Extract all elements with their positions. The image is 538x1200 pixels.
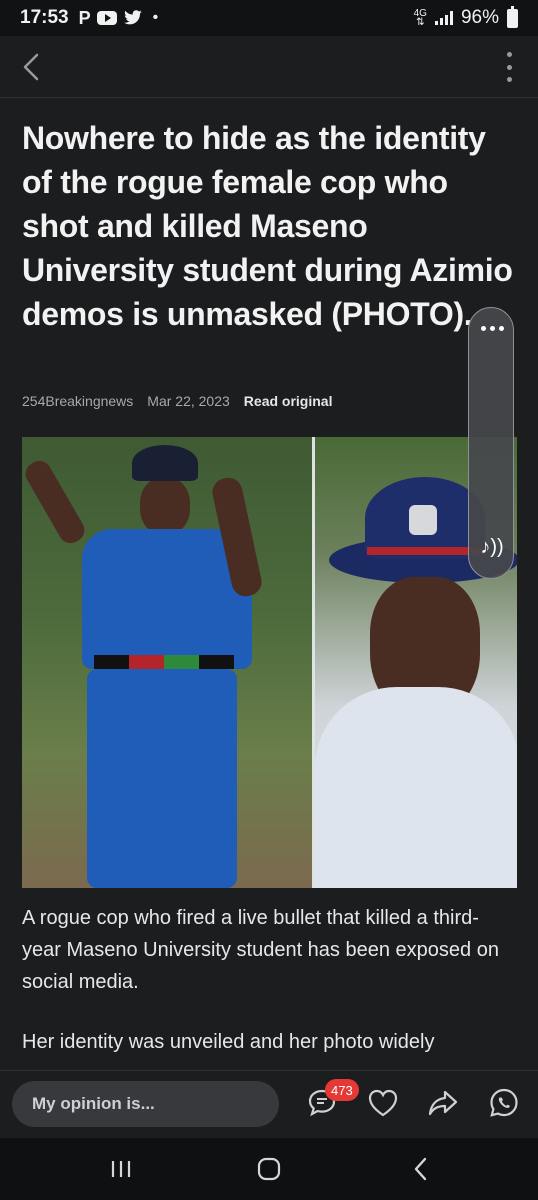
- article-paragraph: Her identity was unveiled and her photo …: [22, 1031, 435, 1053]
- figure-hat-badge: [409, 505, 437, 535]
- status-bar: 17:53 P • 4G ⇅ 96%: [0, 0, 538, 36]
- like-button[interactable]: [365, 1085, 401, 1121]
- figure-belt: [94, 655, 234, 669]
- figure-light-shirt: [315, 687, 517, 888]
- nav-recents-icon: [111, 1161, 131, 1177]
- article-paragraph: A rogue cop who fired a live bullet that…: [22, 907, 499, 993]
- top-app-bar: [0, 36, 538, 98]
- whatsapp-icon: [490, 1088, 518, 1117]
- comment-count-badge: 473: [325, 1079, 359, 1101]
- nav-home-button[interactable]: [254, 1156, 284, 1182]
- more-vertical-icon: [506, 52, 512, 57]
- more-notifications-dot: •: [152, 9, 159, 26]
- nav-home-icon: [257, 1157, 281, 1181]
- back-button[interactable]: [14, 50, 48, 84]
- bottom-action-bar: My opinion is... 473: [0, 1070, 538, 1138]
- figure-head: [140, 477, 190, 535]
- article-body: A rogue cop who fired a live bullet that…: [22, 902, 516, 1086]
- system-navigation-bar: [0, 1138, 538, 1200]
- opinion-input[interactable]: My opinion is...: [12, 1081, 279, 1127]
- article-title: Nowhere to hide as the identity of the r…: [22, 120, 513, 332]
- figure-trousers: [87, 669, 237, 888]
- more-options-button[interactable]: [504, 52, 514, 82]
- youtube-icon: [96, 11, 117, 25]
- article-photo[interactable]: [22, 437, 517, 888]
- p-app-icon: P: [78, 7, 91, 28]
- back-chevron-icon: [23, 53, 39, 81]
- article-source[interactable]: 254Breakingnews: [22, 393, 133, 409]
- floating-side-panel[interactable]: ♪)): [468, 307, 514, 579]
- share-button[interactable]: [425, 1085, 461, 1121]
- whatsapp-share-button[interactable]: [486, 1085, 522, 1121]
- battery-icon: [507, 5, 518, 28]
- share-icon: [428, 1090, 458, 1116]
- figure-hat-band: [367, 547, 483, 555]
- twitter-icon: [123, 10, 142, 25]
- network-type: 4G ⇅: [413, 8, 427, 28]
- heart-icon: [368, 1089, 398, 1117]
- read-original-link[interactable]: Read original: [244, 393, 333, 409]
- article-date: Mar 22, 2023: [147, 393, 230, 409]
- figure-arm-left: [22, 456, 89, 548]
- audio-play-icon[interactable]: ♪)): [478, 536, 506, 560]
- notification-icons: P •: [79, 8, 159, 29]
- article-meta: 254Breakingnews Mar 22, 2023 Read origin…: [22, 393, 332, 409]
- floating-more-icon[interactable]: [469, 326, 515, 331]
- nav-recents-button[interactable]: [104, 1156, 138, 1182]
- system-status: 4G ⇅ 96%: [413, 5, 518, 29]
- figure-beret: [132, 445, 198, 481]
- nav-back-icon: [414, 1157, 427, 1181]
- battery-percent: 96%: [460, 7, 499, 28]
- signal-icon: [434, 11, 453, 25]
- status-time: 17:53: [20, 7, 69, 28]
- nav-back-button[interactable]: [408, 1156, 434, 1182]
- photo-officer-full-uniform: [22, 437, 312, 888]
